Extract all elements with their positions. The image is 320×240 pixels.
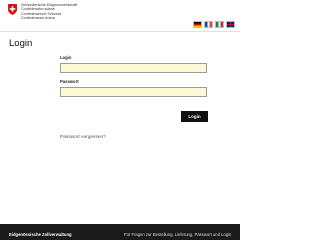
english-flag-icon[interactable] [226, 21, 235, 28]
confederation-name-rm: Confederaziun svizra [21, 15, 55, 20]
french-flag-icon[interactable] [204, 21, 213, 28]
password-label: Passwort [60, 79, 79, 84]
forgot-password-link[interactable]: Passwort vergessen? [60, 135, 106, 140]
german-flag-icon[interactable] [193, 21, 202, 28]
footer-help-text: Für Fragen zur Bestellung, Lieferung, Pa… [124, 232, 232, 237]
footer-organization: Eidgenössische Zollverwaltung [9, 232, 72, 237]
language-switcher [193, 21, 235, 28]
footer: Eidgenössische Zollverwaltung Für Fragen… [0, 224, 240, 240]
password-input[interactable] [60, 87, 207, 97]
login-button[interactable]: Login [181, 111, 208, 122]
header-divider [0, 31, 240, 32]
username-input[interactable] [60, 63, 207, 73]
swiss-coat-of-arms-icon [8, 4, 17, 15]
username-label: Login [60, 55, 72, 60]
confederation-names: Schweizerische Eidgenossenschaft Confédé… [21, 3, 77, 20]
italian-flag-icon[interactable] [215, 21, 224, 28]
page-title: Login [9, 38, 33, 49]
header: Schweizerische Eidgenossenschaft Confédé… [0, 0, 240, 30]
